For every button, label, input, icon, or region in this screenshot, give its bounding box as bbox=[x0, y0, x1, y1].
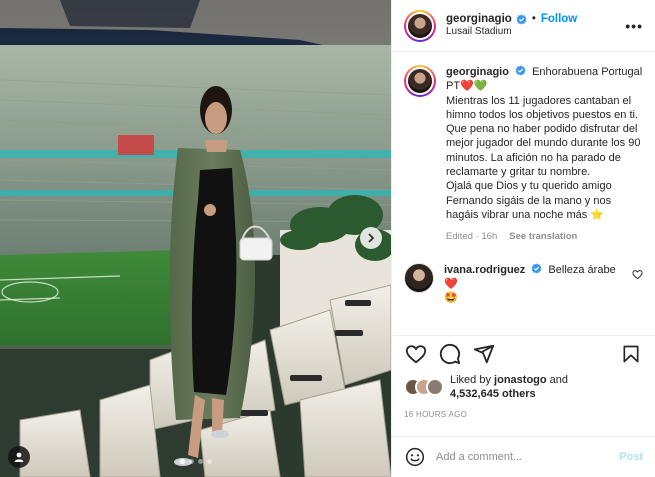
author-username[interactable]: georginagio bbox=[446, 12, 512, 26]
action-bar bbox=[392, 335, 655, 371]
emoji-button[interactable] bbox=[404, 446, 426, 468]
header-separator: • bbox=[531, 13, 536, 26]
post-photo bbox=[0, 0, 391, 477]
caption: georginagio Enhorabuena Portugal PT❤️💚 M… bbox=[404, 65, 643, 245]
liker-avatars[interactable] bbox=[404, 376, 444, 398]
carousel-dot bbox=[189, 459, 194, 464]
avatar bbox=[426, 378, 444, 396]
edited-timestamp: Edited · 16h bbox=[446, 231, 498, 243]
comment-username[interactable]: ivana.rodriguez bbox=[444, 264, 525, 276]
add-comment-bar: Post bbox=[392, 436, 655, 477]
more-options-icon[interactable]: ••• bbox=[625, 18, 643, 34]
carousel-indicator bbox=[180, 459, 212, 464]
comment-item: ivana.rodriguez Belleza árabe ❤️ 🤩 bbox=[404, 262, 643, 306]
likes-connector: and bbox=[549, 374, 569, 386]
save-button[interactable] bbox=[619, 342, 643, 366]
likes-summary: Liked by jonastogo and 4,532,645 others bbox=[404, 373, 643, 401]
share-icon bbox=[473, 344, 495, 363]
post-media[interactable] bbox=[0, 0, 391, 477]
user-tag-icon bbox=[14, 452, 24, 462]
bookmark-icon bbox=[623, 345, 639, 362]
avatar[interactable] bbox=[404, 262, 434, 293]
caption-meta: Edited · 16h See translation bbox=[446, 230, 643, 244]
post-comment-button[interactable]: Post bbox=[619, 451, 643, 463]
location-link[interactable]: Lusail Stadium bbox=[446, 26, 577, 39]
comment-input[interactable] bbox=[436, 451, 606, 463]
avatar[interactable] bbox=[404, 9, 436, 42]
share-button[interactable] bbox=[472, 342, 496, 366]
caption-line: Mientras los 11 jugadores cantaban el hi… bbox=[446, 94, 639, 121]
emoji-icon bbox=[405, 447, 425, 467]
heart-icon bbox=[405, 344, 427, 363]
post-side-panel: georginagio • Follow Lusail Stadium ••• … bbox=[391, 0, 655, 477]
caption-line: Enhorabuena Portugal bbox=[532, 66, 643, 78]
likes-count[interactable]: 4,532,645 others bbox=[450, 388, 536, 400]
user-tags-button[interactable] bbox=[8, 446, 30, 468]
like-button[interactable] bbox=[404, 342, 428, 366]
verified-badge-icon bbox=[516, 14, 527, 25]
caption-line: Ojalá que Dios y tu querido amigo Fernan… bbox=[446, 180, 612, 221]
post-timestamp[interactable]: 16 HOURS AGO bbox=[404, 410, 467, 419]
post-header: georginagio • Follow Lusail Stadium ••• bbox=[392, 0, 655, 52]
liker-username[interactable]: jonastogo bbox=[494, 374, 547, 386]
next-slide-button[interactable] bbox=[360, 227, 382, 249]
caption-line: PT❤️💚 bbox=[446, 80, 488, 93]
next-arrow-icon bbox=[368, 233, 375, 243]
likes-prefix: Liked by bbox=[450, 374, 491, 386]
verified-badge-icon bbox=[532, 263, 542, 274]
carousel-dot bbox=[198, 459, 203, 464]
carousel-dot bbox=[180, 459, 185, 464]
comment-like-heart-icon[interactable] bbox=[632, 269, 643, 280]
caption-username[interactable]: georginagio bbox=[446, 66, 509, 78]
comments-section: georginagio Enhorabuena Portugal PT❤️💚 M… bbox=[392, 53, 655, 335]
verified-badge-icon bbox=[515, 65, 526, 76]
comment-icon bbox=[439, 343, 461, 364]
caption-line: Que pena no haber podido disfrutar del m… bbox=[446, 123, 641, 179]
carousel-dot bbox=[207, 459, 212, 464]
comment-button[interactable] bbox=[438, 342, 462, 366]
comment-emoji: 🤩 bbox=[444, 292, 458, 305]
see-translation-link[interactable]: See translation bbox=[509, 230, 577, 244]
follow-button[interactable]: Follow bbox=[541, 12, 577, 26]
avatar[interactable] bbox=[404, 65, 436, 97]
